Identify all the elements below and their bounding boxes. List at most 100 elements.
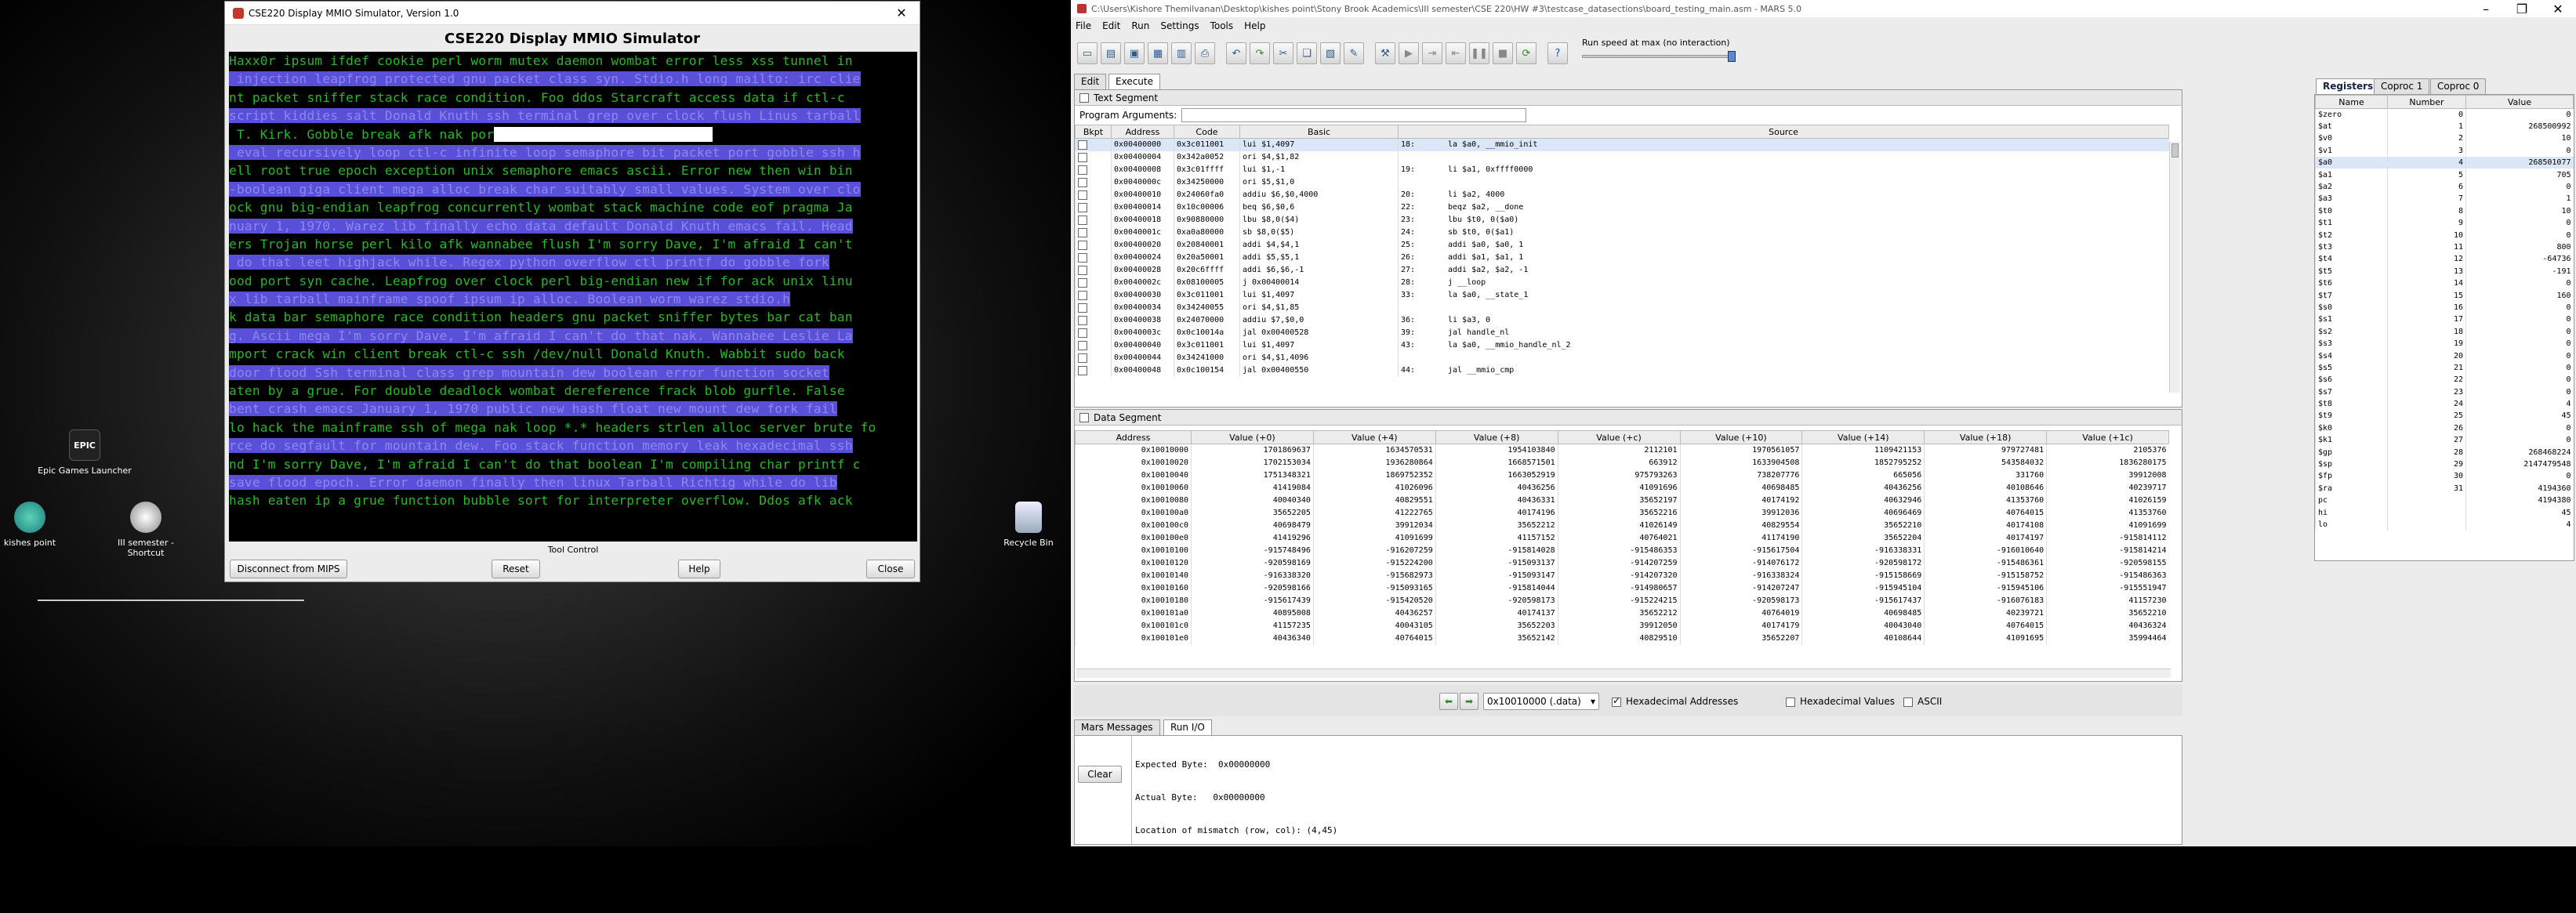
register-value[interactable]: 10 (2465, 132, 2574, 145)
breakpoint-cell[interactable] (1075, 176, 1112, 189)
register-row[interactable]: $ra 31 4194360 (2315, 482, 2574, 495)
value-cell[interactable]: 40764015 (1924, 619, 2047, 632)
value-cell[interactable]: 40698485 (1679, 481, 1802, 495)
value-cell[interactable]: -915486353 (1557, 544, 1680, 557)
undo-icon[interactable]: ↶ (1226, 42, 1246, 64)
data-segment-row[interactable]: 0x10010080 40040340 40829551 40436331 356521… (1075, 494, 2169, 507)
reset-button[interactable]: Reset (492, 560, 540, 578)
register-row[interactable]: $s3 19 0 (2315, 337, 2574, 350)
register-row[interactable]: $gp 28 268468224 (2315, 446, 2574, 458)
tab-run-io[interactable]: Run I/O (1163, 719, 1212, 735)
run-speed-slider-thumb[interactable] (1728, 51, 1736, 62)
data-segment-row[interactable]: 0x100101a0 40895008 40436257 40174137 356522… (1075, 607, 2169, 620)
value-cell[interactable]: -915617504 (1679, 544, 1802, 557)
value-cell[interactable]: 40174108 (1924, 519, 2047, 532)
register-value[interactable]: 45 (2465, 506, 2574, 519)
hex-values-checkbox[interactable] (1786, 697, 1795, 707)
register-value[interactable]: 800 (2465, 241, 2574, 254)
value-cell[interactable]: 40174196 (1435, 506, 1558, 520)
register-value[interactable]: 0 (2465, 374, 2574, 386)
value-cell[interactable]: 40174197 (1924, 531, 2047, 545)
register-row[interactable]: $t0 8 10 (2315, 205, 2574, 218)
register-row[interactable]: $s6 22 0 (2315, 374, 2574, 386)
column-header[interactable]: Number (2387, 95, 2466, 109)
data-segment-row[interactable]: 0x10010100 -915748496 -916207259 -915814028… (1075, 544, 2169, 557)
run-io-console[interactable]: Expected Byte: 0x00000000 Actual Byte: 0… (1131, 736, 2182, 890)
breakpoint-cell[interactable] (1075, 238, 1112, 252)
register-value[interactable]: 0 (2465, 301, 2574, 314)
data-segment-row[interactable]: 0x100100e0 41419296 41091699 41157152 407640… (1075, 531, 2169, 545)
register-row[interactable]: $t9 25 45 (2315, 410, 2574, 422)
text-segment-row[interactable]: 0x00400020 0x20840001 addi $4,$4,1 25: addi … (1075, 238, 2169, 252)
value-cell[interactable]: 35652204 (1801, 531, 1925, 545)
value-cell[interactable]: -915224200 (1312, 556, 1436, 570)
column-header[interactable]: Value (+0) (1191, 430, 1314, 444)
value-cell[interactable]: 41157235 (1191, 619, 1314, 632)
value-cell[interactable]: -915486361 (1924, 556, 2047, 570)
register-row[interactable]: $k1 27 0 (2315, 434, 2574, 447)
value-cell[interactable]: -916338331 (1801, 544, 1925, 557)
value-cell[interactable]: 41353760 (1924, 494, 2047, 507)
print-icon[interactable]: ⎙ (1195, 42, 1215, 64)
value-cell[interactable]: 40436340 (1191, 632, 1314, 645)
desktop-icon-recycle-bin[interactable]: Recycle Bin (981, 502, 1076, 548)
data-segment-row[interactable]: 0x10010180 -915617439 -915420520 -920598173… (1075, 594, 2169, 607)
pause-icon[interactable]: ❚❚ (1469, 42, 1489, 64)
menu-run[interactable]: Run (1131, 20, 1149, 31)
value-cell[interactable]: 1634570531 (1312, 444, 1436, 457)
text-segment-row[interactable]: 0x0040001c 0xa0a80000 sb $8,0($5) 24: sb $t0… (1075, 226, 2169, 239)
register-value[interactable]: 1 (2465, 193, 2574, 205)
tab-execute[interactable]: Execute (1108, 74, 1160, 89)
breakpoint-checkbox[interactable] (1078, 277, 1087, 288)
value-cell[interactable]: -916338324 (1679, 569, 1802, 582)
text-segment-row[interactable]: 0x00400040 0x3c011001 lui $1,4097 43: la $a0… (1075, 339, 2169, 352)
register-value[interactable]: 0 (2465, 229, 2574, 241)
breakpoint-checkbox[interactable] (1078, 328, 1087, 338)
value-cell[interactable]: 2112101 (1557, 444, 1680, 457)
value-cell[interactable]: 40436256 (1435, 481, 1558, 495)
register-value[interactable]: 0 (2465, 350, 2574, 362)
value-cell[interactable]: -916076183 (1924, 594, 2047, 607)
value-cell[interactable]: -914207320 (1557, 569, 1680, 582)
assemble-icon[interactable]: ⚒ (1375, 42, 1395, 64)
value-cell[interactable]: 35652203 (1435, 619, 1558, 632)
column-header[interactable]: Address (1111, 125, 1174, 139)
data-segment-row[interactable]: 0x10010000 1701869637 1634570531 1954103840… (1075, 444, 2169, 457)
register-value[interactable]: 0 (2465, 313, 2574, 326)
column-header[interactable]: Value (+8) (1435, 430, 1558, 444)
value-cell[interactable]: -920598173 (1679, 594, 1802, 607)
value-cell[interactable]: 40040340 (1191, 494, 1314, 507)
data-segment-row[interactable]: 0x10010160 -920598166 -915093165 -915814044… (1075, 581, 2169, 595)
value-cell[interactable]: 40436256 (1801, 481, 1925, 495)
value-cell[interactable]: 40698485 (1801, 607, 1925, 620)
column-header[interactable]: Value (+4) (1312, 430, 1436, 444)
value-cell[interactable]: 1836280175 (2046, 456, 2169, 469)
restore-icon[interactable]: ❐ (2504, 0, 2540, 20)
data-segment-row[interactable]: 0x100100a0 35652205 41222765 40174196 356522… (1075, 506, 2169, 520)
column-header[interactable]: Value (+c) (1557, 430, 1681, 444)
value-cell[interactable]: 40174192 (1679, 494, 1802, 507)
value-cell[interactable]: 41091695 (1924, 632, 2047, 645)
register-value[interactable]: 160 (2465, 289, 2574, 302)
value-cell[interactable]: -915814112 (2046, 531, 2169, 545)
breakpoint-cell[interactable] (1075, 276, 1112, 289)
data-segment-row[interactable]: 0x10010020 1702153034 1936280864 1668571501… (1075, 456, 2169, 469)
value-cell[interactable]: 35652212 (1557, 607, 1680, 620)
text-segment-row[interactable]: 0x00400024 0x20a50001 addi $5,$5,1 26: addi … (1075, 251, 2169, 264)
register-value[interactable]: 0 (2465, 386, 2574, 398)
value-cell[interactable]: -920598172 (1801, 556, 1925, 570)
register-value[interactable]: 4 (2465, 397, 2574, 411)
value-cell[interactable]: 40436331 (1435, 494, 1558, 507)
desktop-icon-iii-semester[interactable]: III semester - Shortcut (99, 502, 193, 558)
value-cell[interactable]: -915551947 (2046, 581, 2169, 595)
value-cell[interactable]: -915093137 (1435, 556, 1558, 570)
data-segment-row[interactable]: 0x100101e0 40436340 40764015 35652142 408295… (1075, 632, 2169, 645)
value-cell[interactable]: -915814028 (1435, 544, 1558, 557)
register-value[interactable]: 0 (2465, 337, 2574, 350)
open-file-icon[interactable]: ▤ (1101, 42, 1121, 64)
disconnect-button[interactable]: Disconnect from MIPS (230, 560, 347, 578)
value-cell[interactable]: -920598166 (1191, 581, 1314, 595)
breakpoint-cell[interactable] (1075, 251, 1112, 264)
value-cell[interactable]: 40696469 (1801, 506, 1925, 520)
register-row[interactable]: $a2 6 0 (2315, 180, 2574, 194)
